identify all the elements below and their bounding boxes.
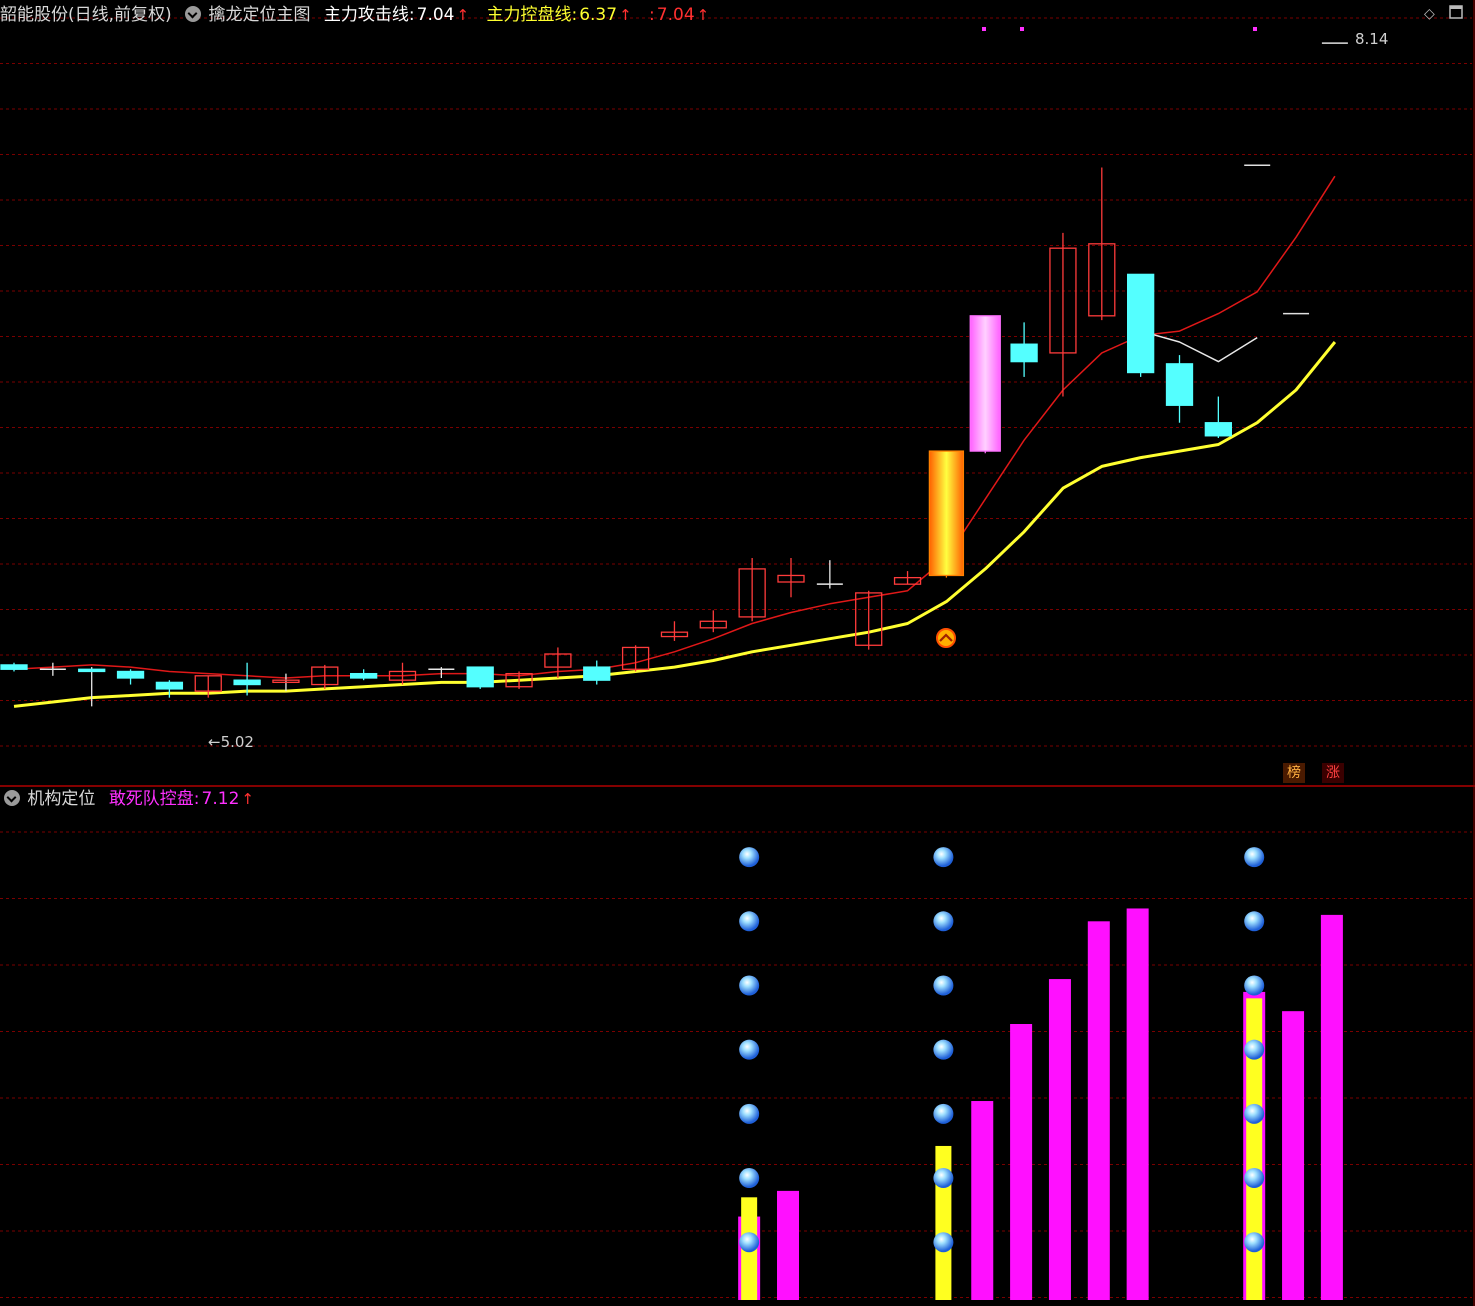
blue-ball-icon (739, 847, 760, 868)
rise-badge[interactable]: 涨 (1322, 763, 1344, 783)
blue-ball-icon (933, 1039, 954, 1060)
magenta-bar (1087, 921, 1110, 1300)
high-price-label: 8.14 (1355, 30, 1389, 48)
main-indicator-name[interactable]: 擒龙定位主图 (208, 5, 310, 25)
blue-ball-icon (933, 975, 954, 996)
candle-down (969, 315, 1001, 452)
blue-ball-icon (1244, 911, 1265, 932)
window-icon[interactable] (1448, 4, 1464, 24)
extra-line-value: 7.04 (656, 5, 695, 25)
indicator-menu-icon[interactable] (185, 6, 202, 22)
main-pane-header: 韶能股份(日线,前复权) 擒龙定位主图 主力攻击线: 7.04 ↑ 主力控盘线: 6.… (0, 2, 711, 28)
candle-down (1127, 273, 1155, 374)
blue-ball-icon (933, 911, 954, 932)
blue-ball-icon (933, 1232, 954, 1253)
sub-series-label: 敢死队控盘: (108, 789, 200, 809)
blue-ball-icon (1244, 1232, 1265, 1253)
sub-pane-header: 机构定位 敢死队控盘: 7.12 ↑ (0, 786, 256, 812)
candle-down (78, 668, 106, 673)
rank-badge[interactable]: 榜 (1283, 763, 1305, 783)
diamond-icon[interactable]: ◇ (1424, 6, 1435, 22)
magenta-bar (777, 1190, 799, 1300)
signal-marker-icon (936, 628, 956, 648)
top-dots (982, 27, 1257, 31)
candle-down (233, 679, 261, 686)
candlesticks (0, 42, 1348, 707)
chart-canvas[interactable] (0, 0, 1475, 1306)
up-arrow-icon: ↑ (619, 6, 632, 24)
magenta-bar (1282, 1011, 1305, 1300)
blue-ball-icon (1244, 1103, 1265, 1124)
magenta-bar (1320, 914, 1343, 1300)
blue-ball-icon (1244, 975, 1265, 996)
blue-ball-icon (739, 1168, 760, 1189)
blue-ball-icon (933, 847, 954, 868)
up-arrow-icon: ↑ (241, 790, 254, 808)
sub-pane-bars (738, 847, 1343, 1300)
candle-up (928, 450, 965, 577)
candle-down (1010, 343, 1038, 363)
magenta-bar (1048, 979, 1071, 1300)
magenta-bar (1010, 1024, 1033, 1300)
up-arrow-icon: ↑ (456, 6, 470, 24)
blue-ball-icon (1244, 847, 1265, 868)
indicator-menu-icon[interactable] (4, 790, 20, 806)
blue-ball-icon (739, 1039, 760, 1060)
control-line-value: 6.37 (579, 5, 618, 25)
candle-down (349, 672, 378, 679)
extra-line-label: : (649, 5, 655, 25)
white-line (1140, 330, 1258, 363)
candle-down (466, 666, 494, 688)
sub-series-value: 7.12 (201, 789, 240, 809)
sub-indicator-name[interactable]: 机构定位 (27, 789, 95, 809)
blue-ball-icon (739, 975, 760, 996)
candle-down (116, 670, 145, 679)
candle-down (1204, 422, 1232, 437)
blue-ball-icon (933, 1168, 954, 1189)
attack-line-label: 主力攻击线: (323, 5, 415, 25)
blue-ball-icon (739, 911, 760, 932)
blue-ball-icon (1244, 1168, 1265, 1189)
magenta-bar (1126, 908, 1149, 1300)
attack-line-value: 7.04 (416, 5, 455, 25)
blue-ball-icon (739, 1103, 760, 1124)
up-arrow-icon: ↑ (696, 6, 710, 24)
candle-down (583, 666, 611, 681)
low-price-label: ←5.02 (208, 733, 254, 751)
candle-down (1165, 363, 1194, 406)
control-line-label: 主力控盘线: (486, 5, 578, 25)
blue-ball-icon (1244, 1039, 1265, 1060)
blue-ball-icon (933, 1103, 954, 1124)
stock-title[interactable]: 韶能股份(日线,前复权) (0, 5, 172, 25)
candle-down (0, 664, 28, 670)
candle-down (155, 681, 184, 690)
magenta-bar (971, 1101, 994, 1300)
blue-ball-icon (739, 1232, 760, 1253)
